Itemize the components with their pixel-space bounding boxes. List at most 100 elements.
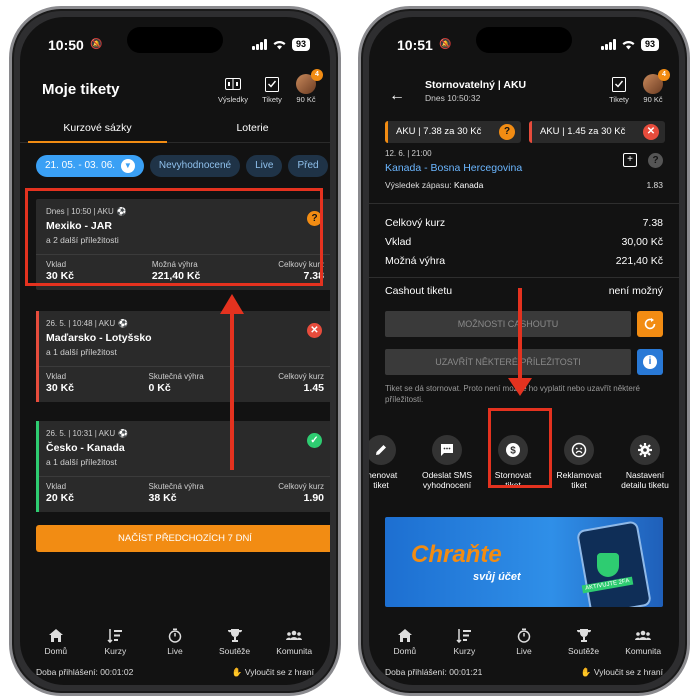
- session-footer: Doba přihlášení: 00:01:02 ✋ Vyloučit se …: [36, 667, 314, 678]
- odds-list-icon: [107, 629, 123, 643]
- tab-kurzove-sazky[interactable]: Kurzové sázky: [20, 115, 175, 143]
- cashout-options-button[interactable]: MOŽNOSTI CASHOUTU: [385, 311, 631, 337]
- info-button[interactable]: i: [637, 349, 663, 375]
- divider: [369, 277, 679, 278]
- send-sms-button[interactable]: Odeslat SMS vyhodnocení: [415, 435, 479, 490]
- ticket-switch-tab[interactable]: AKU | 1.45 za 30 Kč ✕: [529, 121, 665, 143]
- ticket-timestamp: Dnes 10:50:32: [425, 93, 481, 103]
- action-label: Reklamovat tiket: [556, 470, 602, 490]
- self-exclusion-label: Vyloučit se z hraní: [593, 667, 663, 677]
- tickets-label: Tikety: [262, 95, 282, 104]
- odds-label: Celkový kurz: [278, 372, 324, 381]
- summary-row: Možná výhra 221,40 Kč: [385, 255, 663, 267]
- cashout-row: Cashout tiketu není možný: [385, 285, 663, 297]
- chevron-down-icon: ▼: [120, 159, 135, 173]
- self-exclusion-link[interactable]: ✋ Vyloučit se z hraní: [232, 667, 314, 678]
- chip-nevyhodnocene[interactable]: Nevyhodnocené: [149, 155, 241, 177]
- result-value: Kanada: [454, 180, 484, 190]
- status-time: 10:50: [48, 37, 84, 53]
- summary-row: Celkový kurz 7.38: [385, 217, 663, 229]
- nav-komunita[interactable]: Komunita: [618, 628, 668, 668]
- notification-badge: 4: [658, 69, 670, 81]
- result-label: Výsledek zápasu:: [385, 180, 452, 190]
- header-actions: Výsledky Tikety 4 90 Kč: [218, 69, 323, 104]
- complaint-ticket-button[interactable]: Reklamovat tiket: [547, 435, 611, 490]
- help-icon[interactable]: ?: [648, 153, 663, 168]
- nav-label: Komunita: [276, 646, 313, 656]
- arrow-down-head-icon: [508, 378, 532, 396]
- ticket-more: a 1 další příležitost: [46, 347, 117, 357]
- tab-loterie[interactable]: Loterie: [175, 115, 330, 142]
- chip-pred[interactable]: Před: [288, 155, 328, 177]
- nav-label: Live: [516, 646, 532, 656]
- nav-label: Domů: [44, 646, 68, 656]
- nav-kurzy[interactable]: Kurzy: [90, 628, 140, 668]
- ticket-card[interactable]: 26. 5. | 10:31 | AKU ⚽ Česko - Kanada a 1…: [36, 421, 330, 512]
- summary-label: Vklad: [385, 236, 412, 248]
- match-detail: 12. 6. | 21:00 Kanada - Bosna Hercegovin…: [385, 149, 663, 190]
- tickets-icon: [262, 75, 282, 93]
- account-button[interactable]: 4 90 Kč: [296, 69, 323, 104]
- nav-souteze[interactable]: Soutěže: [210, 628, 260, 668]
- odds-value: 1.45: [303, 382, 324, 394]
- summary-value: 7.38: [642, 217, 663, 229]
- banner-subtitle: svůj účet: [473, 571, 521, 583]
- nav-kurzy[interactable]: Kurzy: [439, 628, 489, 668]
- balance-label: 90 Kč: [643, 95, 663, 104]
- avatar: 4: [643, 69, 670, 94]
- date-range-chip[interactable]: 21. 05. - 03. 06. ▼: [36, 155, 144, 177]
- gear-icon: [630, 435, 660, 465]
- nav-domu[interactable]: Domů: [380, 628, 430, 668]
- match-name-link[interactable]: Kanada - Bosna Hercegovina: [385, 162, 663, 174]
- stopwatch-icon: [168, 628, 182, 643]
- lost-accent: [36, 311, 39, 402]
- back-arrow-icon[interactable]: ←: [389, 87, 405, 105]
- nav-label: Kurzy: [453, 646, 476, 656]
- session-footer: Doba přihlášení: 00:01:21 ✋ Vyloučit se …: [385, 667, 663, 678]
- ticket-settings-button[interactable]: Nastavení detailu tiketu: [613, 435, 677, 490]
- stake-value: 20 Kč: [46, 492, 75, 504]
- stake-label: Vklad: [46, 372, 67, 381]
- divider: [36, 476, 330, 477]
- account-button[interactable]: 4 90 Kč: [643, 69, 670, 104]
- ticket-meta: 26. 5. | 10:48 | AKU: [46, 319, 116, 328]
- nav-label: Kurzy: [104, 646, 127, 656]
- status-time: 10:51: [397, 37, 433, 53]
- chip-live[interactable]: Live: [246, 155, 283, 177]
- pending-status-icon: ?: [499, 124, 515, 140]
- security-promo-banner[interactable]: Chraňte svůj účet AKTIVUJTE 2FA: [385, 517, 663, 607]
- wifi-icon: [273, 41, 286, 50]
- summary-label: Možná výhra: [385, 255, 446, 267]
- nav-label: Komunita: [625, 646, 662, 656]
- odds-list-icon: [456, 629, 472, 643]
- filter-chips: 21. 05. - 03. 06. ▼ Nevyhodnocené Live P…: [36, 155, 328, 177]
- nav-komunita[interactable]: Komunita: [269, 628, 319, 668]
- ticket-switch-tab[interactable]: AKU | 7.38 za 30 Kč?: [385, 121, 521, 143]
- ticket-switcher: AKU | 7.38 za 30 Kč? AKU | 1.45 za 30 Kč…: [385, 121, 665, 143]
- results-button[interactable]: Výsledky: [218, 75, 248, 104]
- community-icon: [635, 630, 652, 640]
- tickets-button[interactable]: Tikety: [609, 75, 629, 104]
- lost-status-icon: ✕: [643, 124, 659, 140]
- balance-label: 90 Kč: [296, 95, 316, 104]
- load-previous-button[interactable]: NAČÍST PŘEDCHOZÍCH 7 DNÍ: [36, 525, 330, 552]
- summary-row: Vklad 30,00 Kč: [385, 236, 663, 248]
- nav-souteze[interactable]: Soutěže: [559, 628, 609, 668]
- ticket-match: Česko - Kanada: [46, 442, 125, 454]
- self-exclusion-link[interactable]: ✋ Vyloučit se z hraní: [581, 667, 663, 678]
- rename-ticket-button[interactable]: menovat tiket: [369, 435, 413, 490]
- nav-live[interactable]: Live: [499, 628, 549, 668]
- comparison-canvas: 10:50 🔕 93 Moje tikety Výsledky Tikety 4…: [0, 0, 700, 700]
- close-opportunities-button[interactable]: UZAVŘÍT NĚKTERÉ PŘÍLEŽITOSTI: [385, 349, 631, 375]
- nav-domu[interactable]: Domů: [31, 628, 81, 668]
- copy-icon[interactable]: +: [623, 153, 637, 167]
- tickets-button[interactable]: Tikety: [262, 75, 282, 104]
- hand-icon: ✋: [580, 667, 592, 677]
- session-time: Doba přihlášení: 00:01:21: [385, 667, 483, 677]
- nav-live[interactable]: Live: [150, 628, 200, 668]
- hand-icon: ✋: [231, 667, 243, 677]
- status-bar: 10:51 🔕 93: [369, 17, 679, 67]
- bottom-nav: Domů Kurzy Live Soutěže Komunita: [20, 628, 330, 668]
- ticket-card[interactable]: 26. 5. | 10:48 | AKU ⚽ Maďarsko - Lotyšsk…: [36, 311, 330, 402]
- refresh-button[interactable]: [637, 311, 663, 337]
